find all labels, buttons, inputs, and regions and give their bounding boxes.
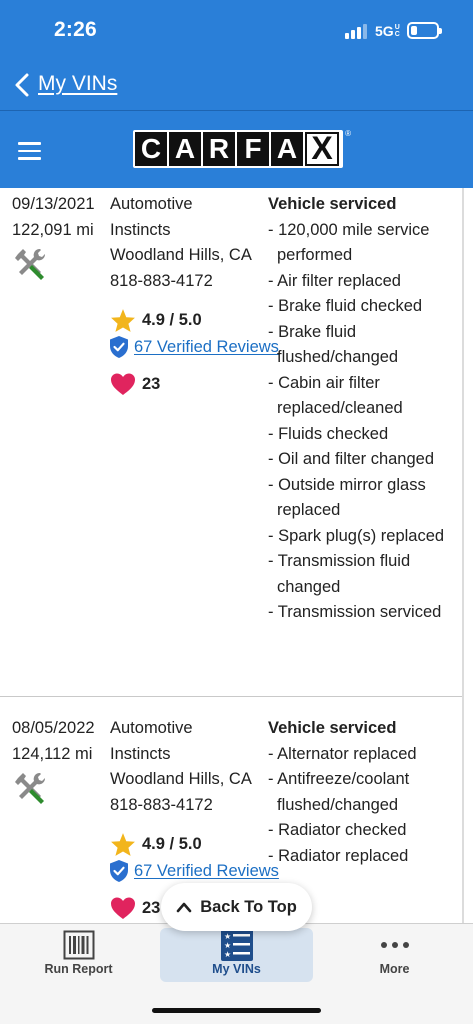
record-mileage: 124,112 mi — [12, 744, 93, 763]
rating-value: 4.9 / 5.0 — [142, 835, 202, 853]
network-type: 5G — [375, 23, 394, 39]
nav-bar: My VINs — [0, 62, 473, 110]
shop-name-line: Automotive — [110, 719, 193, 737]
service-item: - Brake fluid flushed/changed — [268, 322, 399, 367]
logo-letter: C — [135, 132, 167, 166]
favorites: 23 — [110, 896, 160, 920]
shop-location: Woodland Hills, CA — [110, 770, 252, 788]
barcode-icon — [63, 930, 94, 960]
shop-info: Automotive Instincts Woodland Hills, CA … — [110, 192, 270, 294]
service-item: - Air filter replaced — [268, 271, 401, 290]
shop-name-line: Automotive — [110, 195, 193, 213]
record-date: 08/05/2022 — [12, 719, 95, 737]
network-label: 5GUC — [375, 23, 403, 39]
shop-name-line: Instincts — [110, 744, 171, 763]
star-icon — [111, 309, 135, 332]
app-header: 2:26 5GUC My VINs C A R F A X ® — [0, 0, 473, 188]
tab-more[interactable]: More — [316, 928, 473, 982]
service-item: - Transmission fluid changed — [268, 552, 411, 596]
service-tools-icon — [15, 772, 46, 804]
service-title: Vehicle serviced — [268, 195, 397, 213]
service-item: - Alternator replaced — [268, 744, 417, 763]
tab-run-report[interactable]: Run Report — [0, 928, 157, 982]
signal-icon — [345, 23, 369, 39]
record-mileage: 122,091 mi — [12, 220, 94, 239]
service-item: - Transmission serviced — [268, 603, 442, 621]
favorites: 23 — [110, 372, 160, 396]
service-details: Vehicle serviced - 120,000 mile service … — [268, 192, 460, 626]
service-tools-icon — [15, 248, 46, 280]
favorites-count: 23 — [142, 374, 161, 393]
shop-info: Automotive Instincts Woodland Hills, CA … — [110, 716, 270, 818]
status-bar: 2:26 5GUC — [0, 0, 473, 62]
scrollbar[interactable] — [462, 188, 464, 924]
service-item: - 120,000 mile service performed — [268, 220, 430, 265]
record-meta: 08/05/2022 124,112 mi — [12, 716, 95, 767]
record-divider — [0, 696, 462, 697]
service-title: Vehicle serviced — [268, 719, 397, 737]
logo-letter: A — [169, 132, 201, 166]
logo-letter: R — [203, 132, 235, 166]
back-to-top-button[interactable]: Back To Top — [161, 883, 312, 931]
shop-name-line: Instincts — [110, 220, 171, 239]
registered-mark: ® — [345, 129, 351, 138]
svg-text:★: ★ — [224, 950, 231, 959]
service-item: - Cabin air filter replaced/cleaned — [268, 373, 403, 418]
service-item: - Radiator replaced — [268, 846, 409, 865]
record-meta: 09/13/2021 122,091 mi — [12, 192, 95, 243]
brand-bar: C A R F A X ® — [0, 111, 473, 188]
battery-icon — [407, 22, 442, 39]
home-indicator[interactable] — [152, 1008, 321, 1013]
service-item: - Brake fluid checked — [268, 297, 423, 315]
status-time: 2:26 — [54, 18, 97, 41]
verified-shield-icon — [110, 860, 128, 882]
tab-label: My VINs — [212, 962, 261, 976]
back-button[interactable]: My VINs — [38, 72, 117, 96]
chevron-up-icon — [176, 902, 192, 913]
carfax-logo: C A R F A X ® — [133, 129, 351, 168]
service-item: - Outside mirror glass replaced — [268, 475, 426, 520]
more-dots-icon — [380, 942, 409, 948]
shop-phone[interactable]: 818-883-4172 — [110, 269, 270, 295]
verified-shield-icon — [110, 336, 128, 358]
logo-letter: F — [237, 132, 269, 166]
verified-reviews-link[interactable]: 67 Verified Reviews — [134, 338, 279, 357]
service-item: - Antifreeze/coolant flushed/changed — [268, 770, 410, 814]
heart-icon[interactable] — [110, 372, 136, 396]
reviews: 67 Verified Reviews — [108, 335, 279, 359]
service-details: Vehicle serviced - Alternator replaced -… — [268, 716, 460, 869]
list-icon: ★ ★ ★ — [220, 929, 253, 961]
service-item: - Spark plug(s) replaced — [268, 526, 445, 545]
service-item: - Radiator checked — [268, 821, 407, 839]
shop-rating: 4.9 / 5.0 — [110, 308, 202, 333]
logo-letter: A — [271, 132, 303, 166]
star-icon — [111, 833, 135, 856]
record-date: 09/13/2021 — [12, 195, 95, 213]
shop-location: Woodland Hills, CA — [110, 246, 252, 264]
shop-phone[interactable]: 818-883-4172 — [110, 793, 270, 819]
service-item: - Fluids checked — [268, 424, 389, 443]
back-to-top-label: Back To Top — [200, 897, 297, 916]
network-suffix: UC — [394, 24, 400, 38]
logo-letter: X — [305, 132, 339, 166]
chevron-left-icon[interactable] — [12, 72, 32, 98]
tab-my-vins[interactable]: ★ ★ ★ My VINs — [160, 928, 313, 982]
tab-label: More — [379, 962, 410, 976]
tab-label: Run Report — [44, 962, 113, 976]
service-record: 09/13/2021 122,091 mi Automotive Instinc… — [0, 192, 462, 692]
favorites-count: 23 — [142, 898, 161, 917]
service-history-list[interactable]: 09/13/2021 122,091 mi Automotive Instinc… — [0, 188, 473, 924]
hamburger-menu-icon[interactable] — [18, 142, 41, 160]
shop-rating: 4.9 / 5.0 — [110, 832, 202, 857]
svg-text:★: ★ — [224, 941, 231, 950]
rating-value: 4.9 / 5.0 — [142, 311, 202, 329]
service-item: - Oil and filter changed — [268, 450, 435, 468]
verified-reviews-link[interactable]: 67 Verified Reviews — [134, 862, 279, 881]
heart-icon[interactable] — [110, 896, 136, 920]
reviews: 67 Verified Reviews — [108, 859, 279, 883]
svg-text:★: ★ — [224, 932, 231, 941]
